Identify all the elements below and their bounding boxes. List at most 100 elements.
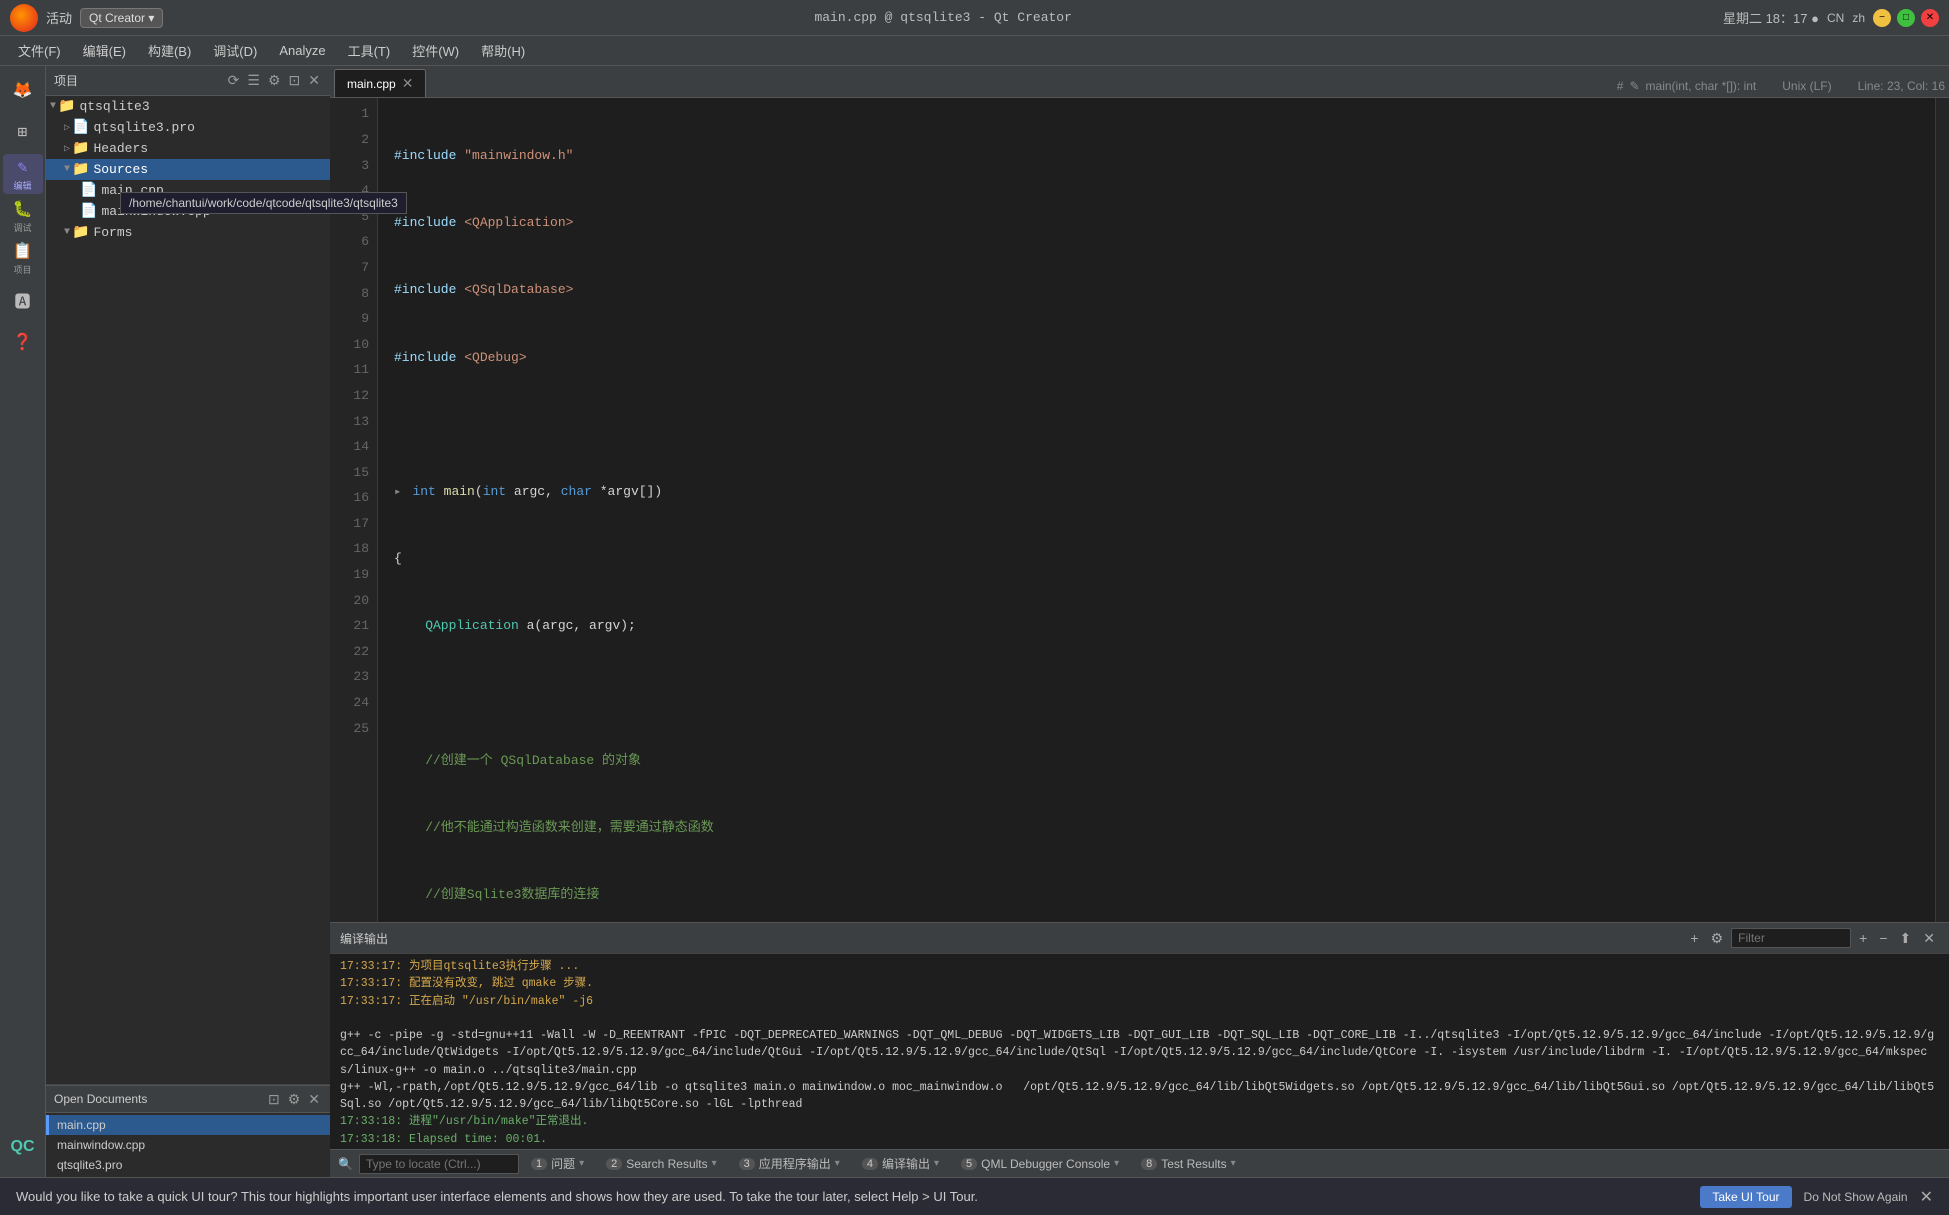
menu-item-h[interactable]: 帮助(H) xyxy=(471,38,535,63)
btab-qml-debugger[interactable]: 5 QML Debugger Console ▾ xyxy=(951,1154,1129,1174)
settings-panel-icon[interactable]: ⚙ xyxy=(266,70,283,91)
btab-label: 应用程序输出 xyxy=(759,1155,831,1172)
doc-item-pro[interactable]: qtsqlite3.pro xyxy=(46,1155,330,1175)
compile-output-header: 编译输出 + ⚙ + − ⬆ ✕ xyxy=(330,922,1949,954)
ln-15: 15 xyxy=(330,460,369,486)
menu-item-d[interactable]: 调试(D) xyxy=(203,38,267,63)
project-tree: ▼ 📁 qtsqlite3 ▷ 📄 qtsqlite3.pro ▷ 📁 Head… xyxy=(46,96,330,1084)
tree-item-pro[interactable]: ▷ 📄 qtsqlite3.pro xyxy=(46,117,330,138)
compile-close-btn[interactable]: ✕ xyxy=(1919,928,1939,949)
editor-main: main.cpp ✕ # ✎ main(int, char *[]): int … xyxy=(330,66,1949,1177)
do-not-show-again-button[interactable]: Do Not Show Again xyxy=(1804,1190,1908,1204)
editor-scrollbar[interactable] xyxy=(1935,98,1949,922)
expand-icon[interactable]: ⊡ xyxy=(287,70,303,91)
tree-arrow: ▼ xyxy=(50,101,56,112)
compile-zoom-out[interactable]: − xyxy=(1875,928,1891,948)
tab-close-icon[interactable]: ✕ xyxy=(402,75,414,92)
maximize-button[interactable]: □ xyxy=(1897,9,1915,27)
top-bar-left: 活动 Qt Creator ▾ xyxy=(10,4,163,32)
ln-9: 9 xyxy=(330,307,369,333)
code-line-2: #include <QApplication> xyxy=(394,211,1935,237)
minimize-button[interactable]: − xyxy=(1873,9,1891,27)
code-line-6: ▸ int main(int argc, char *argv[]) xyxy=(394,480,1935,506)
compile-line-3 xyxy=(340,1010,1939,1027)
docs-settings-icon[interactable]: ⚙ xyxy=(286,1089,303,1110)
qt-creator-button[interactable]: Qt Creator ▾ xyxy=(80,8,163,28)
compile-expand[interactable]: ⬆ xyxy=(1896,928,1916,949)
ln-21: 21 xyxy=(330,614,369,640)
compile-output-content: 17:33:17: 为项目qtsqlite3执行步骤 ... 17:33:17:… xyxy=(330,954,1949,1149)
code-line-11: //他不能通过构造函数来创建，需要通过静态函数 xyxy=(394,815,1935,841)
ln-13: 13 xyxy=(330,409,369,435)
sidebar-item-firefox[interactable]: 🦊 xyxy=(3,70,43,110)
tree-label: qtsqlite3.pro xyxy=(93,120,194,135)
sidebar-item-project[interactable]: 📋 项目 xyxy=(3,238,43,278)
ln-6: 6 xyxy=(330,230,369,256)
open-docs-title: Open Documents xyxy=(54,1092,147,1106)
qc-icon: QC xyxy=(11,1138,35,1156)
code-line-3: #include <QSqlDatabase> xyxy=(394,278,1935,304)
firefox-logo xyxy=(10,4,38,32)
ln-17: 17 xyxy=(330,512,369,538)
menu-item-w[interactable]: 控件(W) xyxy=(402,38,469,63)
btab-test-results[interactable]: 8 Test Results ▾ xyxy=(1131,1154,1246,1174)
btab-badge: 8 xyxy=(1141,1158,1157,1170)
ln-19: 19 xyxy=(330,563,369,589)
btab-label: Test Results xyxy=(1161,1157,1226,1171)
close-button[interactable]: ✕ xyxy=(1921,9,1939,27)
project-label: 项目 xyxy=(13,263,31,276)
menu-item-f[interactable]: 文件(F) xyxy=(8,38,71,63)
code-content[interactable]: #include "mainwindow.h" #include <QAppli… xyxy=(378,98,1935,922)
tree-item-headers[interactable]: ▷ 📁 Headers xyxy=(46,138,330,159)
app-window: 活动 Qt Creator ▾ main.cpp @ qtsqlite3 - Q… xyxy=(0,0,1949,1215)
tree-label: Headers xyxy=(93,141,148,156)
collapse-icon[interactable]: ✕ xyxy=(306,70,322,91)
menu-item-b[interactable]: 构建(B) xyxy=(138,38,201,63)
btab-arrow: ▾ xyxy=(934,1158,939,1169)
btab-search-results[interactable]: 2 Search Results ▾ xyxy=(596,1154,727,1174)
filter-input[interactable] xyxy=(1731,928,1851,948)
firefox-icon: 🦊 xyxy=(13,80,33,100)
sidebar-item-welcome[interactable]: ⊞ xyxy=(3,112,43,152)
tab-main-cpp[interactable]: main.cpp ✕ xyxy=(334,69,426,97)
filter-icon[interactable]: ☰ xyxy=(245,70,262,91)
take-ui-tour-button[interactable]: Take UI Tour xyxy=(1700,1186,1791,1208)
compile-settings-btn[interactable]: ⚙ xyxy=(1707,928,1728,949)
sidebar-item-edit[interactable]: ✎ 编辑 xyxy=(3,154,43,194)
sidebar-item-help[interactable]: ❓ xyxy=(3,322,43,362)
ln-16: 16 xyxy=(330,486,369,512)
edit-label: 编辑 xyxy=(13,179,31,192)
doc-item-main[interactable]: main.cpp xyxy=(46,1115,330,1135)
open-docs-icons: ⊡ ⚙ ✕ xyxy=(266,1089,322,1110)
content-row: 🦊 ⊞ ✎ 编辑 🐛 调试 📋 项目 🅰 ❓ xyxy=(0,66,1949,1177)
tree-item-sources[interactable]: ▼ 📁 Sources xyxy=(46,159,330,180)
ui-tour-message: Would you like to take a quick UI tour? … xyxy=(16,1189,1688,1204)
analyze-icon: 🅰 xyxy=(14,288,30,312)
doc-item-mainwindow[interactable]: mainwindow.cpp xyxy=(46,1135,330,1155)
sidebar-item-analyze[interactable]: 🅰 xyxy=(3,280,43,320)
compile-line-6: 17:33:18: 进程"/usr/bin/make"正常退出. xyxy=(340,1113,1939,1130)
tree-item-forms[interactable]: ▼ 📁 Forms xyxy=(46,222,330,243)
btab-compile-output[interactable]: 4 编译输出 ▾ xyxy=(852,1152,949,1175)
compile-line-4: g++ -c -pipe -g -std=gnu++11 -Wall -W -D… xyxy=(340,1027,1939,1079)
menu-item-e[interactable]: 编辑(E) xyxy=(73,38,136,63)
locate-input[interactable] xyxy=(359,1154,519,1174)
path-tooltip: /home/chantui/work/code/qtcode/qtsqlite3… xyxy=(120,192,330,214)
sidebar-item-debug[interactable]: 🐛 调试 xyxy=(3,196,43,236)
docs-sort-icon[interactable]: ⊡ xyxy=(266,1089,282,1110)
code-line-9 xyxy=(394,681,1935,707)
ln-10: 10 xyxy=(330,332,369,358)
compile-zoom-in[interactable]: + xyxy=(1855,928,1871,948)
btab-app-output[interactable]: 3 应用程序输出 ▾ xyxy=(729,1152,850,1175)
sync-icon[interactable]: ⟳ xyxy=(226,70,242,91)
btab-label: QML Debugger Console xyxy=(981,1157,1110,1171)
btab-issues[interactable]: 1 问题 ▾ xyxy=(521,1152,594,1175)
sidebar-item-qc[interactable]: QC xyxy=(3,1127,43,1167)
tree-item-qtsqlite3[interactable]: ▼ 📁 qtsqlite3 xyxy=(46,96,330,117)
tour-close-button[interactable]: ✕ xyxy=(1920,1187,1933,1207)
tab-label: main.cpp xyxy=(347,77,396,91)
docs-close-icon[interactable]: ✕ xyxy=(306,1089,322,1110)
compile-add-btn[interactable]: + xyxy=(1686,928,1702,948)
menu-item-analyze[interactable]: Analyze xyxy=(269,40,335,61)
menu-item-t[interactable]: 工具(T) xyxy=(338,38,401,63)
